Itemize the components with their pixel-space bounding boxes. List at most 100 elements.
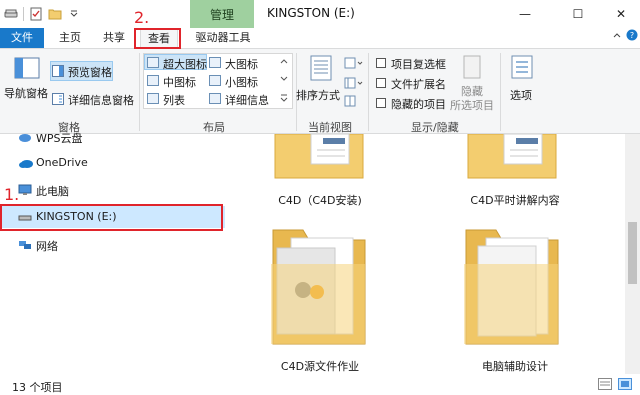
file-extensions-label: 文件扩展名: [391, 78, 446, 91]
file-list: C4D（C4D安装) C4D平时讲解内容 C4D源文件作业 电脑辅助设计: [225, 134, 625, 374]
item-count: 13 个项目: [12, 381, 63, 394]
folder-icon: [271, 229, 366, 345]
large-icons-label: 大图标: [225, 58, 258, 71]
extra-large-icons-icon: [147, 57, 159, 68]
title-bar: 管理 KINGSTON (E:) — ☐ ✕: [0, 0, 640, 28]
nav-item-label: OneDrive: [36, 156, 88, 169]
group-by-icon[interactable]: [344, 57, 364, 71]
layout-scroll-arrows[interactable]: [279, 55, 291, 107]
tab-drive-tools[interactable]: 驱动器工具: [188, 28, 258, 48]
medium-icons-option[interactable]: 中图标: [147, 73, 207, 89]
maximize-button[interactable]: ☐: [555, 0, 601, 28]
details-view-icon[interactable]: [598, 378, 612, 393]
folder-icon: [464, 229, 559, 345]
quick-access-toolbar: [4, 5, 81, 23]
extra-large-icons-option[interactable]: 超大图标: [147, 55, 207, 71]
properties-icon[interactable]: [29, 7, 43, 21]
show-hide-group-label: 显示/隐藏: [411, 121, 459, 134]
small-icons-icon: [209, 75, 221, 86]
minimize-button[interactable]: —: [502, 0, 548, 28]
options-button[interactable]: 选项: [504, 55, 540, 105]
hidden-items-checkbox[interactable]: [376, 98, 386, 108]
medium-icons-icon: [147, 75, 159, 86]
scrollbar-thumb[interactable]: [628, 222, 637, 284]
options-label: 选项: [510, 89, 532, 102]
large-icons-icon: [209, 57, 221, 68]
tab-file[interactable]: 文件: [0, 28, 44, 48]
gallery-more-icon: [280, 59, 288, 102]
group-separator: [368, 53, 369, 131]
ribbon-tab-row: 文件 主页 共享 查看 驱动器工具 ?: [0, 28, 640, 48]
close-button[interactable]: ✕: [598, 0, 640, 28]
nav-pane-button[interactable]: 导航窗格: [4, 55, 48, 103]
details-label: 详细信息: [225, 94, 269, 107]
sort-by-button[interactable]: 排序方式: [296, 55, 342, 109]
nav-item-onedrive[interactable]: OneDrive: [0, 152, 225, 174]
folder-icon: [274, 134, 364, 179]
small-icons-option[interactable]: 小图标: [209, 73, 269, 89]
extra-large-icons-label: 超大图标: [163, 58, 207, 71]
add-columns-icon[interactable]: [344, 77, 364, 91]
nav-item-label: 网络: [36, 240, 58, 253]
current-view-group-label: 当前视图: [308, 121, 352, 134]
preview-pane-icon: [52, 65, 64, 77]
content-scrollbar[interactable]: [625, 134, 640, 374]
large-icons-option[interactable]: 大图标: [209, 55, 269, 71]
window-title: KINGSTON (E:): [267, 6, 355, 20]
list-label: 列表: [163, 94, 185, 107]
collapse-ribbon-icon[interactable]: [610, 28, 624, 48]
context-tab-manage[interactable]: 管理: [190, 0, 254, 28]
ribbon: 导航窗格 预览窗格 详细信息窗格 窗格 超大图标 大图标 中图标 小图标 列表 …: [0, 48, 640, 134]
nav-item-this-pc[interactable]: 此电脑: [0, 179, 225, 201]
annotation-box-drive: [0, 204, 223, 231]
tab-home[interactable]: 主页: [52, 28, 88, 48]
group-separator: [139, 53, 140, 131]
selected-items-label: 所选项目: [450, 99, 494, 112]
large-icons-view-icon[interactable]: [618, 378, 632, 393]
preview-pane-button[interactable]: 预览窗格: [52, 63, 114, 81]
annotation-box-view-tab: [134, 28, 181, 49]
toolbar-separator: [23, 7, 24, 21]
file-extensions-checkbox[interactable]: [376, 78, 386, 88]
details-pane-button[interactable]: 详细信息窗格: [52, 91, 136, 109]
details-icon: [209, 93, 221, 104]
nav-item-label: WPS云盘: [36, 132, 83, 145]
network-icon: [18, 239, 32, 251]
folder-label: 电脑辅助设计: [482, 360, 548, 373]
help-icon[interactable]: ?: [624, 28, 640, 48]
onedrive-icon: [18, 157, 33, 169]
folder-label: C4D平时讲解内容: [470, 194, 560, 207]
item-checkboxes-checkbox[interactable]: [376, 58, 386, 68]
sort-icon: [310, 55, 332, 81]
small-icons-label: 小图标: [225, 76, 258, 89]
list-option[interactable]: 列表: [147, 91, 207, 107]
preview-pane-label: 预览窗格: [68, 66, 112, 79]
annotation-step-1: 1.: [4, 185, 20, 204]
cloud-icon: [18, 131, 32, 143]
hidden-items-label: 隐藏的项目: [391, 98, 446, 111]
group-separator: [500, 53, 501, 131]
new-folder-icon[interactable]: [48, 7, 62, 21]
customize-toolbar-icon[interactable]: [67, 7, 81, 21]
svg-text:?: ?: [630, 31, 634, 40]
nav-item-wps-cloud[interactable]: WPS云盘: [0, 126, 225, 148]
folder-item[interactable]: C4D源文件作业: [245, 224, 395, 374]
folder-item[interactable]: 电脑辅助设计: [440, 224, 590, 374]
details-pane-icon: [52, 93, 64, 105]
navigation-pane: WPS云盘 OneDrive 此电脑 KINGSTON (E:) 网络: [0, 132, 225, 374]
status-bar: 13 个项目: [0, 374, 640, 395]
nav-pane-label: 导航窗格: [4, 87, 48, 100]
folder-item[interactable]: C4D（C4D安装): [245, 134, 395, 207]
details-option[interactable]: 详细信息: [209, 91, 275, 107]
nav-item-network[interactable]: 网络: [0, 234, 225, 256]
drive-icon[interactable]: [4, 7, 18, 21]
size-columns-icon[interactable]: [344, 95, 364, 109]
hide-selected-items-button[interactable]: 隐藏 所选项目: [448, 55, 496, 112]
folder-label: C4D（C4D安装): [278, 194, 362, 207]
item-checkboxes-label: 项目复选框: [391, 58, 446, 71]
tab-share[interactable]: 共享: [96, 28, 132, 48]
list-icon: [147, 93, 159, 104]
hide-selected-icon: [463, 55, 481, 79]
folder-item[interactable]: C4D平时讲解内容: [440, 134, 590, 207]
options-icon: [511, 55, 533, 79]
